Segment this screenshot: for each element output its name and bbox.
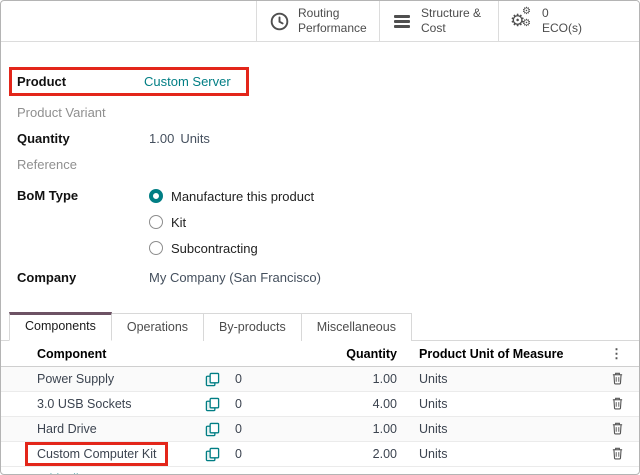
quantity-cell[interactable]: 1.00: [317, 422, 397, 436]
bom-form-window: Routing Performance Structure & Cost ⚙⚙⚙…: [0, 0, 640, 475]
structure-cost-label-line1: Structure &: [421, 6, 481, 21]
gears-icon: ⚙⚙⚙: [511, 10, 533, 32]
forecast-count-cell: 0: [235, 397, 317, 411]
company-row: Company My Company (San Francisco): [17, 270, 623, 285]
delete-row-button[interactable]: [595, 396, 639, 413]
forecast-availability-icon[interactable]: [205, 372, 235, 387]
component-name-cell[interactable]: Power Supply: [37, 372, 205, 386]
radio-kit-label: Kit: [171, 215, 186, 230]
table-row[interactable]: Custom Computer Kit 02.00 Units: [1, 442, 639, 467]
list-icon: [392, 15, 412, 28]
trash-icon: [611, 446, 624, 463]
optional-columns-icon[interactable]: ⋮: [595, 346, 639, 362]
eco-count: 0: [542, 6, 582, 21]
add-a-line-link[interactable]: Add a line: [1, 467, 639, 475]
uom-cell[interactable]: Units: [411, 397, 595, 411]
eco-button[interactable]: ⚙⚙⚙ 0 ECO(s): [498, 1, 639, 41]
clock-icon: [269, 12, 289, 31]
trash-icon: [611, 396, 624, 413]
structure-cost-button[interactable]: Structure & Cost: [379, 1, 498, 41]
structure-cost-label-line2: Cost: [421, 21, 481, 36]
radio-subcontracting-label: Subcontracting: [171, 241, 258, 256]
radio-kit[interactable]: Kit: [149, 209, 314, 235]
tab-components[interactable]: Components: [9, 312, 112, 341]
table-body: Power Supply01.00Units3.0 USB Sockets04.…: [1, 367, 639, 467]
radio-manufacture-label: Manufacture this product: [171, 189, 314, 204]
forecast-availability-icon[interactable]: [205, 447, 235, 462]
product-label: Product: [17, 74, 144, 89]
tab-operations[interactable]: Operations: [112, 313, 204, 341]
radio-unselected-icon[interactable]: [149, 241, 163, 255]
delete-row-button[interactable]: [595, 446, 639, 463]
bom-form: Product Custom Server Product Variant Qu…: [1, 42, 639, 285]
product-row-annotation: Product Custom Server: [9, 67, 249, 96]
delete-row-button[interactable]: [595, 371, 639, 388]
forecast-count-cell: 0: [235, 422, 317, 436]
uom-cell[interactable]: Units: [411, 447, 595, 461]
components-table: Component Quantity Product Unit of Measu…: [1, 341, 639, 475]
quantity-uom[interactable]: Units: [180, 131, 210, 146]
tab-by-products[interactable]: By-products: [204, 313, 302, 341]
column-header-uom[interactable]: Product Unit of Measure: [411, 347, 595, 361]
product-variant-row: Product Variant: [17, 105, 623, 120]
table-row[interactable]: Hard Drive 01.00 Units: [1, 417, 639, 442]
table-header-row: Component Quantity Product Unit of Measu…: [1, 341, 639, 367]
radio-selected-icon[interactable]: [149, 189, 163, 203]
uom-cell[interactable]: Units: [411, 422, 595, 436]
delete-row-button[interactable]: [595, 421, 639, 438]
column-header-component[interactable]: Component: [37, 347, 205, 361]
routing-performance-label-line2: Performance: [298, 21, 367, 36]
product-variant-label: Product Variant: [17, 105, 149, 120]
tab-miscellaneous[interactable]: Miscellaneous: [302, 313, 412, 341]
component-name-cell[interactable]: 3.0 USB Sockets: [37, 397, 205, 411]
component-name-annotation: Custom Computer Kit: [25, 442, 168, 466]
forecast-availability-icon[interactable]: [205, 422, 235, 437]
component-name-cell[interactable]: Custom Computer Kit: [37, 442, 205, 466]
radio-unselected-icon[interactable]: [149, 215, 163, 229]
quantity-row: Quantity 1.00 Units: [17, 131, 623, 146]
routing-performance-label-line1: Routing: [298, 6, 367, 21]
bom-type-radio-group: Manufacture this product Kit Subcontract…: [149, 183, 314, 261]
quantity-cell[interactable]: 1.00: [317, 372, 397, 386]
reference-row: Reference: [17, 157, 623, 172]
stat-button-bar: Routing Performance Structure & Cost ⚙⚙⚙…: [1, 1, 639, 42]
radio-subcontracting[interactable]: Subcontracting: [149, 235, 314, 261]
table-row[interactable]: Power Supply 01.00 Units: [1, 367, 639, 392]
quantity-value[interactable]: 1.00: [149, 131, 174, 146]
product-value-link[interactable]: Custom Server: [144, 74, 231, 89]
routing-performance-button[interactable]: Routing Performance: [256, 1, 379, 41]
eco-label: ECO(s): [542, 21, 582, 36]
company-value[interactable]: My Company (San Francisco): [149, 270, 321, 285]
reference-label: Reference: [17, 157, 149, 172]
table-row[interactable]: 3.0 USB Sockets 04.00 Units: [1, 392, 639, 417]
quantity-cell[interactable]: 4.00: [317, 397, 397, 411]
bom-type-row: BoM Type Manufacture this product Kit Su…: [17, 183, 623, 261]
quantity-cell[interactable]: 2.00: [317, 447, 397, 461]
radio-manufacture[interactable]: Manufacture this product: [149, 183, 314, 209]
notebook-tabs: Components Operations By-products Miscel…: [1, 313, 639, 341]
component-name-cell[interactable]: Hard Drive: [37, 422, 205, 436]
trash-icon: [611, 421, 624, 438]
forecast-count-cell: 0: [235, 447, 317, 461]
company-label: Company: [17, 270, 149, 285]
forecast-count-cell: 0: [235, 372, 317, 386]
forecast-availability-icon[interactable]: [205, 397, 235, 412]
column-header-quantity[interactable]: Quantity: [317, 347, 397, 361]
bom-type-label: BoM Type: [17, 183, 149, 203]
quantity-label: Quantity: [17, 131, 149, 146]
uom-cell[interactable]: Units: [411, 372, 595, 386]
trash-icon: [611, 371, 624, 388]
